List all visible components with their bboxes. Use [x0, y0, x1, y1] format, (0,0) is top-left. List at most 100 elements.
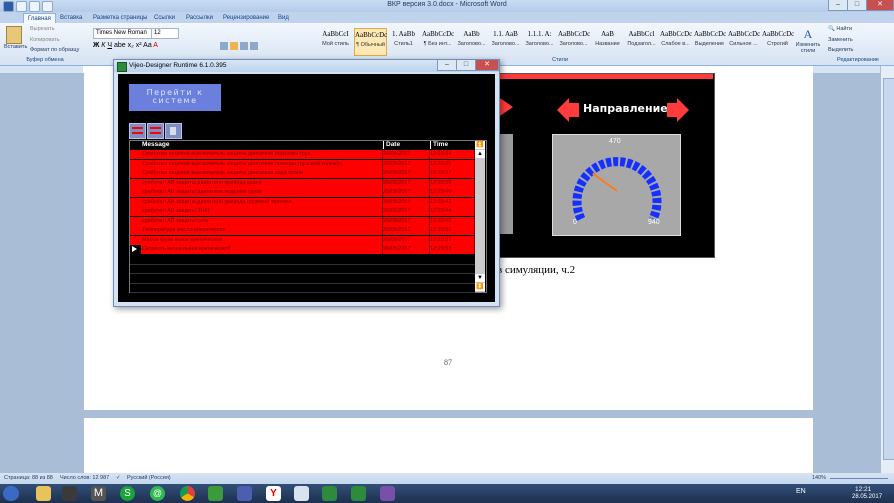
cell-message: сработал АВ защиты двигателя привода кра… — [142, 178, 383, 188]
tab-insert[interactable]: Вставка — [56, 13, 86, 23]
vijeo-runtime-window[interactable]: Vijeo-Designer Runtime 6.1.0.395 – □ ✕ П… — [113, 59, 500, 307]
cell-date: 20/05/2017 — [383, 169, 430, 178]
scroll-thumb[interactable] — [883, 78, 894, 460]
style-gallery-item[interactable]: 1.1. AaB Заголово... — [490, 28, 521, 54]
table-row[interactable]: сработал АВ защиты ЗНКГ 20/05/2017 12:20:4… — [130, 207, 475, 216]
line-up-icon[interactable]: ▲ — [475, 150, 485, 158]
font-name-select[interactable]: Times New Roman — [93, 28, 152, 39]
table-row[interactable]: сработал АВ защиты сети 20/05/2017 12:20:4… — [130, 216, 475, 226]
table-row[interactable]: Скорость ветра выше критической 20/05/201… — [130, 245, 475, 254]
document-page-next[interactable] — [84, 418, 813, 474]
font-size-select[interactable]: 12 — [151, 28, 179, 39]
style-gallery-item[interactable]: AaBbCcDc Сильное ... — [728, 28, 760, 54]
vijeo-runtime-taskbar-icon[interactable] — [351, 486, 366, 501]
page-up-icon[interactable]: ⏫ — [475, 141, 485, 149]
table-row[interactable]: сработал АВ защиты двигателя привода гру… — [130, 197, 475, 207]
zoom-level[interactable]: 140% — [812, 475, 826, 481]
start-button[interactable] — [3, 486, 19, 501]
style-gallery-item[interactable]: AaBbCcDc Заголово... — [558, 28, 590, 54]
vijeo-content: Перейти к системе Message Date Time Сраб… — [118, 74, 495, 302]
style-gallery-item[interactable]: AaBbCcDc Строгий — [762, 28, 794, 54]
table-row[interactable]: Масса груза выше критической 20/05/2017 12… — [130, 235, 475, 245]
vijeo-title-bar[interactable]: Vijeo-Designer Runtime 6.1.0.395 – □ ✕ — [114, 60, 499, 72]
style-sample: AaBbCcDc — [694, 30, 727, 38]
tab-references[interactable]: Ссылки — [150, 13, 179, 23]
empty-row[interactable] — [130, 264, 475, 274]
cut-button[interactable]: Вырезать — [30, 26, 54, 32]
language[interactable]: Русский (Россия) — [127, 475, 171, 481]
column-time[interactable]: Time — [430, 141, 477, 149]
explorer-icon[interactable] — [36, 486, 51, 501]
table-row[interactable]: Сработал лицевой выключатель защиты двиг… — [130, 150, 475, 159]
style-gallery-item[interactable]: 1.1.1. A: Заголово... — [524, 28, 555, 54]
m-app-icon[interactable]: M — [91, 486, 106, 501]
column-message[interactable]: Message — [142, 141, 382, 149]
format-buttons[interactable]: Ж К Ч abe x₂ x² Aa A — [93, 42, 158, 49]
line-down-icon[interactable]: ▼ — [475, 274, 485, 282]
style-gallery-item[interactable]: AaBbCcl Подзагол... — [626, 28, 657, 54]
icq-icon[interactable]: @ — [150, 486, 165, 501]
column-date[interactable]: Date — [383, 141, 432, 149]
alarm-ack-all-icon[interactable] — [147, 123, 164, 139]
app-icon-3[interactable] — [380, 486, 395, 501]
tab-review[interactable]: Рецензирование — [219, 13, 273, 23]
clock-date[interactable]: 28.05.2017 — [852, 494, 882, 500]
empty-row[interactable] — [130, 283, 475, 293]
spellcheck-icon[interactable]: ✓ — [116, 475, 121, 481]
page-count[interactable]: Страница: 88 из 88 — [4, 475, 53, 481]
app-icon-2[interactable] — [237, 486, 252, 501]
empty-row[interactable] — [130, 274, 475, 284]
cell-message: Температура масла критическая — [142, 226, 383, 235]
change-styles-button[interactable]: A Изменить стили — [795, 27, 821, 57]
yandex-icon[interactable]: Y — [266, 486, 281, 501]
tab-page-layout[interactable]: Разметка страницы — [89, 13, 151, 23]
utorrent-icon[interactable] — [208, 486, 223, 501]
word-count[interactable]: Число слов: 12 987 — [60, 475, 109, 481]
skype-icon[interactable]: S — [120, 486, 135, 501]
vijeo-minimize-button[interactable]: – — [437, 60, 457, 71]
style-name: Заголово... — [525, 41, 554, 47]
vijeo-taskbar-icon[interactable] — [322, 486, 337, 501]
table-row[interactable]: Сработал лицевой выключатель защиты двиг… — [130, 169, 475, 178]
table-row[interactable]: сработал АВ защиты двигателя привода кра… — [130, 178, 475, 188]
alarm-clear-icon[interactable] — [165, 123, 182, 139]
style-gallery-item[interactable]: 1. AaBb Стиль1 — [388, 28, 419, 54]
table-scrollbar[interactable]: ⏫ ▲ ▼ ⏬ — [475, 141, 485, 292]
zoom-slider[interactable] — [830, 478, 888, 479]
format-painter-button[interactable]: Формат по образцу — [30, 47, 79, 53]
table-row[interactable]: Температура масла критическая 20/05/2017 1… — [130, 226, 475, 235]
select-button[interactable]: Выделить — [828, 47, 853, 53]
table-row[interactable]: Сработал лицевой выключатель защиты двиг… — [130, 159, 475, 169]
tab-view[interactable]: Вид — [274, 13, 293, 23]
close-button[interactable]: ✕ — [866, 0, 894, 11]
style-gallery-item[interactable]: AaBb Заголово... — [456, 28, 487, 54]
find-button[interactable]: 🔍 Найти — [828, 26, 852, 32]
style-gallery-item[interactable]: AaBbCcDc Слабое в... — [660, 28, 692, 54]
empty-row[interactable] — [130, 255, 475, 265]
vijeo-maximize-button[interactable]: □ — [456, 60, 476, 71]
copy-button[interactable]: Копировать — [30, 37, 60, 43]
table-row[interactable]: сработал АВ защиты двигателя подъема гру… — [130, 188, 475, 197]
alarm-ack-icon[interactable] — [129, 123, 146, 139]
paragraph-buttons[interactable] — [220, 42, 310, 52]
vijeo-close-button[interactable]: ✕ — [475, 60, 499, 71]
alarm-table[interactable]: Message Date Time Сработал лицевой выклю… — [129, 140, 487, 293]
replace-button[interactable]: Заменить — [828, 37, 853, 43]
page-down-icon[interactable]: ⏬ — [475, 283, 485, 291]
window-app-icon[interactable] — [294, 486, 309, 501]
language-indicator[interactable]: EN — [796, 488, 806, 495]
style-gallery-item[interactable]: AaBbCcDc Выделение — [694, 28, 727, 54]
style-gallery-item[interactable]: AaBbCcDc ¶ Без инт... — [422, 28, 454, 54]
style-gallery-item[interactable]: AaBbCcI Мой стиль — [320, 28, 351, 54]
goto-system-button[interactable]: Перейти к системе — [129, 84, 221, 111]
paste-button[interactable]: Вставить — [4, 26, 27, 54]
tab-mailings[interactable]: Рассылки — [182, 13, 217, 23]
app-icon[interactable] — [62, 486, 77, 501]
chrome-icon[interactable] — [180, 486, 195, 501]
vertical-scrollbar[interactable] — [880, 66, 894, 473]
style-gallery-item[interactable]: AaB Название — [592, 28, 623, 54]
clock-time[interactable]: 12:21 — [855, 486, 871, 493]
minimize-button[interactable]: – — [828, 0, 848, 11]
maximize-button[interactable]: □ — [847, 0, 867, 11]
style-gallery-item[interactable]: AaBbCcDc ¶ Обычный — [354, 28, 387, 56]
